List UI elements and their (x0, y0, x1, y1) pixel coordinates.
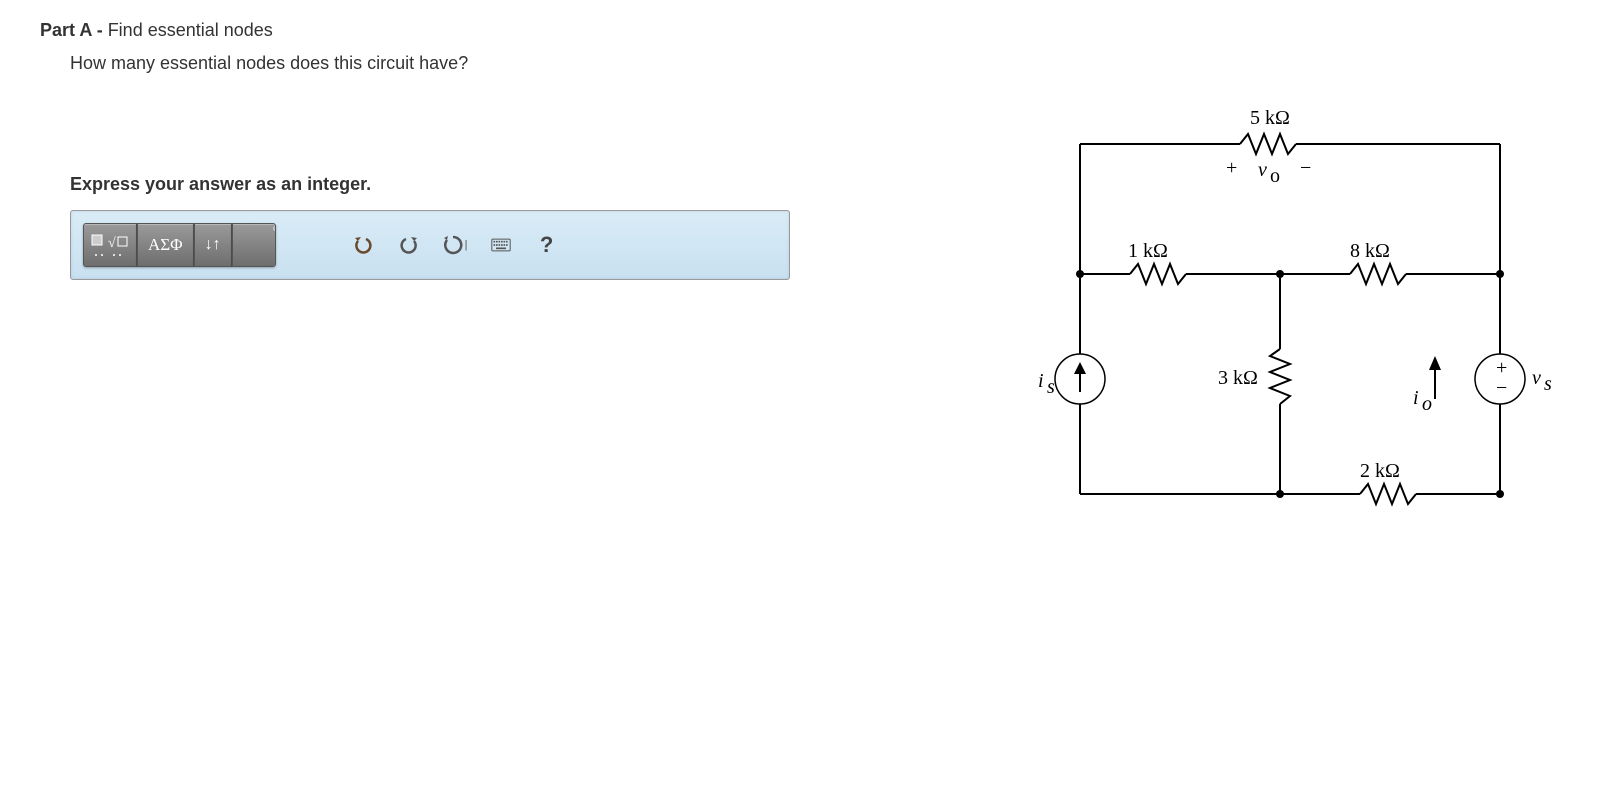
io-label: i (1413, 387, 1419, 409)
part-title: Find essential nodes (108, 20, 273, 40)
vo-minus: − (1300, 157, 1311, 179)
redo-button[interactable] (392, 227, 426, 263)
undo-button[interactable] (346, 227, 380, 263)
svg-text:√: √ (108, 236, 116, 251)
vo-sub: o (1270, 165, 1280, 187)
vs-sub: s (1544, 373, 1552, 395)
vs-plus: + (1496, 357, 1507, 379)
part-label: Part A (40, 20, 92, 40)
vs-label: v (1532, 367, 1541, 389)
part-heading: Part A - Find essential nodes (40, 20, 1560, 41)
question-text: How many essential nodes does this circu… (70, 53, 1560, 74)
is-label: i (1038, 370, 1044, 392)
help-button[interactable]: ? (530, 227, 564, 263)
io-sub: o (1422, 393, 1432, 415)
r5-label: 2 kΩ (1360, 460, 1400, 482)
r3-label: 8 kΩ (1350, 240, 1390, 262)
vector-button[interactable]: . (232, 223, 276, 267)
templates-button[interactable]: √ (83, 223, 137, 267)
answer-input-toolbar[interactable]: √ ΑΣΦ ↓↑ . | (70, 210, 790, 280)
reset-button[interactable]: | (438, 227, 472, 263)
answer-instruction: Express your answer as an integer. (70, 174, 840, 195)
vs-minus: − (1496, 377, 1507, 399)
greek-button[interactable]: ΑΣΦ (137, 223, 194, 267)
arrows-button[interactable]: ↓↑ (194, 223, 232, 267)
circuit-diagram: 5 kΩ + v o − 1 kΩ 8 kΩ (1000, 94, 1560, 524)
r2-label: 1 kΩ (1128, 240, 1168, 262)
is-sub: s (1047, 376, 1055, 398)
vo-plus: + (1226, 157, 1237, 179)
r4-label: 3 kΩ (1218, 367, 1258, 389)
keyboard-button[interactable] (484, 227, 518, 263)
r1-label: 5 kΩ (1250, 107, 1290, 129)
vo-label: v (1258, 159, 1267, 181)
